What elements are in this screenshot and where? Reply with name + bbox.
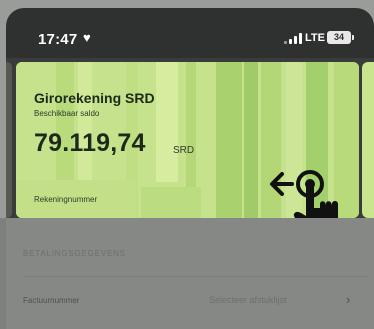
balance-currency: SRD <box>173 145 195 156</box>
status-time: 17:47 <box>38 31 78 48</box>
heart-icon: ♥ <box>83 30 91 45</box>
network-label: LTE <box>305 32 325 44</box>
account-number-label: Rekeningnummer <box>34 195 98 204</box>
balance-amount: 79.119,74 <box>34 129 146 157</box>
battery-nub <box>352 35 354 40</box>
invoice-number-row[interactable]: Factuurnummer Selecteer afstuklijst › <box>6 284 374 318</box>
next-card-edge[interactable] <box>362 62 374 218</box>
balance-label: Beschikbaar saldo <box>34 109 100 118</box>
invoice-number-value[interactable]: Selecteer afstuklijst <box>209 295 287 305</box>
signal-icon <box>284 33 302 44</box>
section-heading: BETALINGSGEGEVENS <box>23 249 126 258</box>
divider <box>23 276 368 277</box>
previous-card-edge[interactable] <box>6 62 12 218</box>
account-name: Girorekening SRD <box>34 90 155 106</box>
invoice-number-label: Factuurnummer <box>23 296 80 305</box>
chevron-right-icon[interactable]: › <box>346 292 350 307</box>
battery-icon: 34 <box>327 31 351 44</box>
